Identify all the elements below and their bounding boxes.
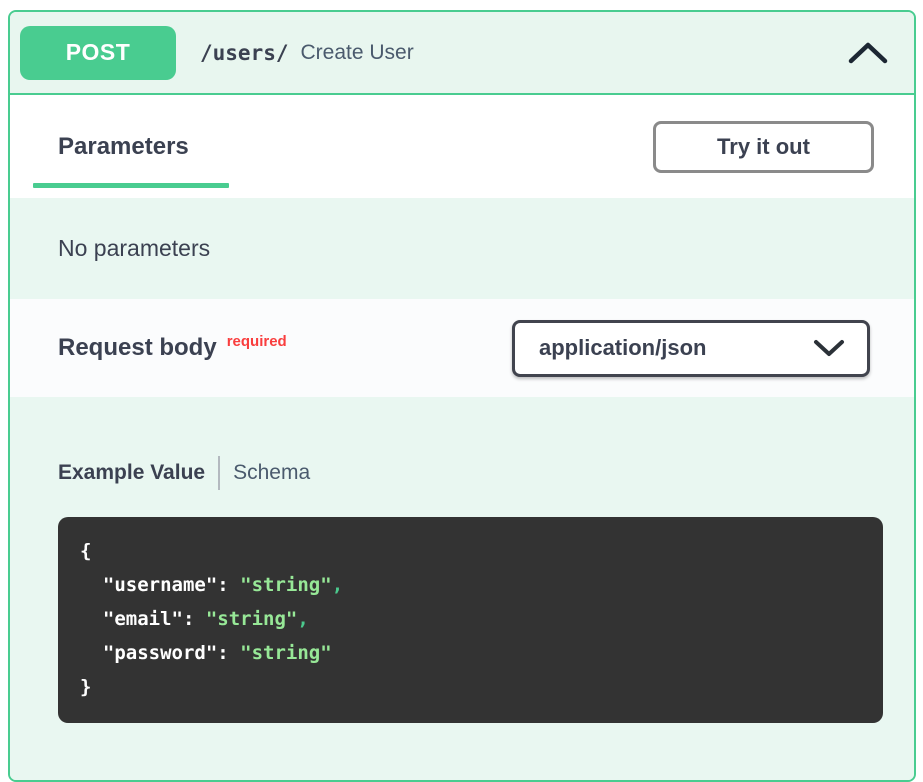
media-type-select[interactable]: application/json xyxy=(512,320,870,377)
active-tab-underline xyxy=(33,183,229,188)
request-body-heading: Request body required xyxy=(58,334,287,362)
try-it-out-button[interactable]: Try it out xyxy=(653,121,874,173)
tab-divider xyxy=(218,456,220,490)
tab-example-value[interactable]: Example Value xyxy=(58,461,205,485)
request-body-row: Request body required application/json xyxy=(10,299,914,397)
chevron-up-icon xyxy=(848,42,888,64)
chevron-down-icon xyxy=(813,339,845,357)
method-badge[interactable]: POST xyxy=(20,26,176,80)
opblock-post-users: POST /users/ Create User Parameters Try … xyxy=(8,10,916,782)
model-example-section: Example Value Schema { "username": "stri… xyxy=(10,397,914,780)
opblock-summary[interactable]: POST /users/ Create User xyxy=(10,12,914,95)
model-tabs: Example Value Schema xyxy=(58,455,866,491)
example-code: { "username": "string", "email": "string… xyxy=(58,517,883,723)
parameters-header-row: Parameters Try it out xyxy=(10,95,914,198)
endpoint-summary: Create User xyxy=(301,41,414,65)
tab-schema[interactable]: Schema xyxy=(233,461,310,485)
endpoint-path: /users/ xyxy=(200,41,289,65)
required-badge: required xyxy=(227,333,287,350)
collapse-button[interactable] xyxy=(846,38,890,68)
no-parameters-text: No parameters xyxy=(58,235,210,262)
parameters-title: Parameters xyxy=(58,133,189,161)
request-body-title: Request body xyxy=(58,334,217,361)
media-type-value: application/json xyxy=(539,335,706,361)
no-parameters-row: No parameters xyxy=(10,198,914,299)
